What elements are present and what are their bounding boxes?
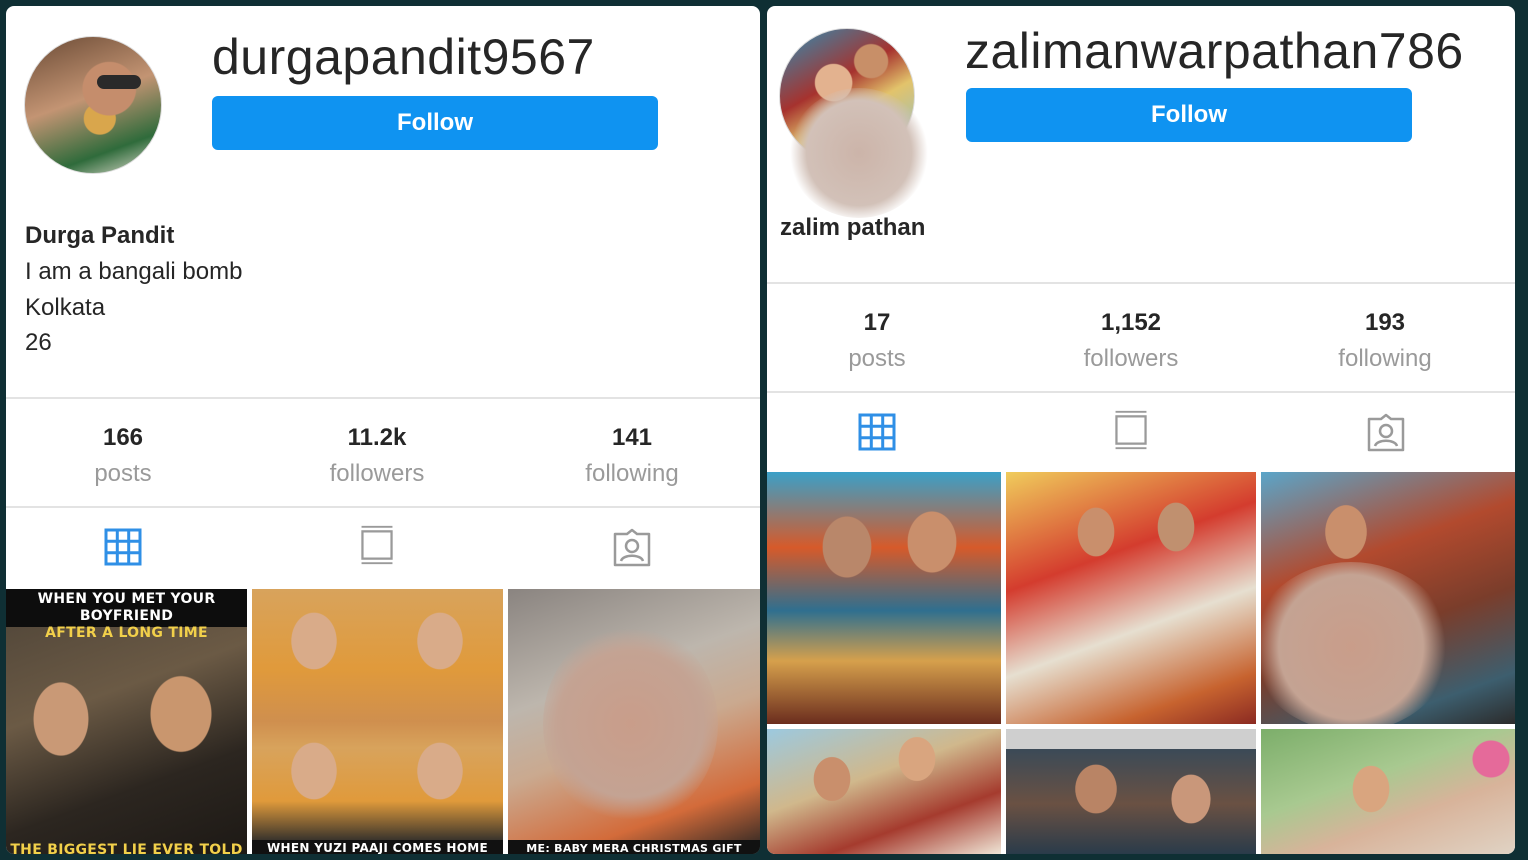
profile-panel-right: zalimanwarpathan786 Follow zalim pathan … [767, 6, 1515, 854]
grid-icon[interactable] [857, 412, 897, 452]
tagged-icon[interactable] [1366, 413, 1406, 453]
divider [767, 391, 1515, 393]
following-stat[interactable]: 141 following [512, 424, 752, 488]
blurred-area [543, 624, 718, 824]
full-name: Durga Pandit [25, 222, 175, 249]
followers-label: followers [329, 460, 425, 487]
bio-line: Kolkata [25, 294, 106, 321]
following-count: 141 [611, 424, 653, 451]
posts-count: 166 [102, 424, 144, 451]
grid-icon[interactable] [103, 527, 143, 567]
post-thumbnail[interactable] [1006, 472, 1256, 724]
follow-button[interactable]: Follow [966, 88, 1412, 142]
posts-label: posts [94, 460, 152, 487]
following-count: 193 [1364, 309, 1406, 336]
followers-count: 11.2k [347, 424, 407, 451]
divider [6, 397, 760, 399]
username: zalimanwarpathan786 [965, 23, 1464, 79]
followers-stat[interactable]: 1,152 followers [1011, 309, 1251, 373]
following-label: following [585, 460, 679, 487]
blurred-area [1261, 562, 1451, 724]
divider [6, 506, 760, 508]
bio-line: I am a bangali bomb [25, 258, 243, 285]
bio-line: 26 [25, 329, 52, 356]
post-thumbnail[interactable] [1261, 472, 1515, 724]
posts-stat[interactable]: 166 posts [6, 424, 243, 488]
post-thumbnail[interactable]: WHEN YUZI PAAJI COMES HOME WITH [252, 589, 503, 854]
feed-icon[interactable] [1111, 410, 1151, 450]
followers-stat[interactable]: 11.2k followers [257, 424, 497, 488]
follow-button[interactable]: Follow [212, 96, 658, 150]
post-caption: ME: BABY MERA CHRISTMAS GIFT KAHA HAI? [508, 840, 760, 854]
caption-line: WHEN YOU MET YOUR BOYFRIEND [37, 591, 216, 624]
divider [767, 282, 1515, 284]
following-stat[interactable]: 193 following [1265, 309, 1505, 373]
post-caption: WHEN YUZI PAAJI COMES HOME WITH [252, 840, 503, 854]
caption-line: AFTER A LONG TIME [45, 625, 208, 641]
posts-label: posts [848, 345, 906, 372]
post-thumbnail[interactable]: WHEN YOU MET YOUR BOYFRIEND AFTER A LONG… [6, 589, 247, 854]
profile-panel-left: durgapandit9567 Follow Durga Pandit I am… [6, 6, 760, 854]
post-caption: WHEN YOU MET YOUR BOYFRIEND AFTER A LONG… [6, 591, 247, 642]
tagged-icon[interactable] [612, 528, 652, 568]
feed-icon[interactable] [357, 525, 397, 565]
profile-avatar[interactable] [24, 36, 162, 174]
post-caption: THE BIGGEST LIE EVER TOLD [10, 842, 243, 854]
sunglasses-shape [97, 75, 141, 89]
blurred-area [789, 88, 929, 218]
post-thumbnail[interactable] [767, 729, 1001, 854]
post-thumbnail[interactable] [1261, 729, 1515, 854]
posts-count: 17 [863, 309, 891, 336]
posts-stat[interactable]: 17 posts [767, 309, 997, 373]
post-thumbnail[interactable]: ME: BABY MERA CHRISTMAS GIFT KAHA HAI? [508, 589, 760, 854]
post-thumbnail[interactable] [1006, 729, 1256, 854]
following-label: following [1338, 345, 1432, 372]
followers-label: followers [1083, 345, 1179, 372]
username: durgapandit9567 [212, 29, 595, 85]
followers-count: 1,152 [1100, 309, 1162, 336]
full-name: zalim pathan [780, 214, 926, 241]
post-thumbnail[interactable] [767, 472, 1001, 724]
